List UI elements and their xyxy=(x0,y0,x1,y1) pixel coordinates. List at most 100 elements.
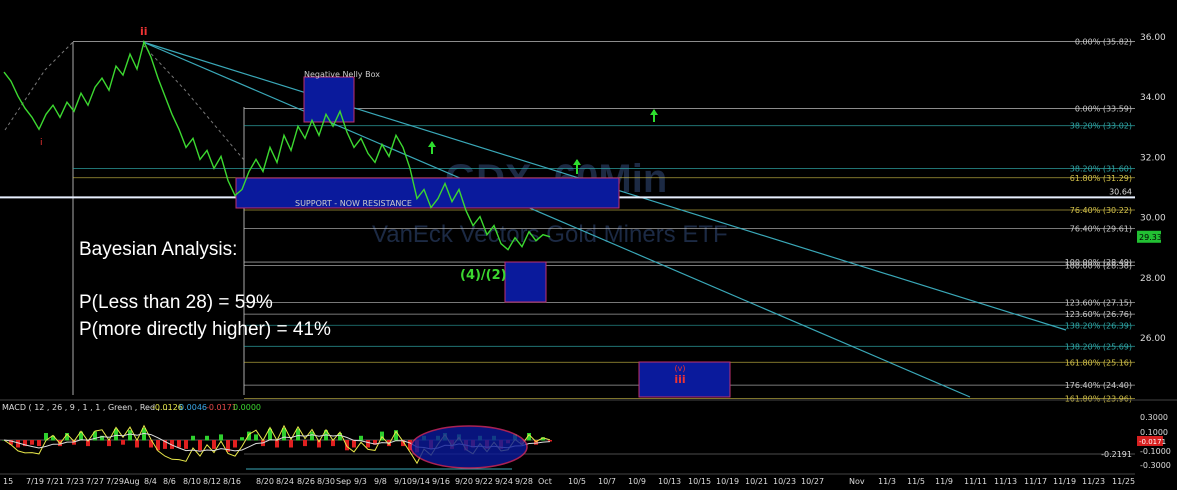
fib-label: 123.60% (27.15) xyxy=(1065,298,1132,307)
x-tick-label: 11/23 xyxy=(1082,477,1105,486)
x-tick-label: 10/21 xyxy=(745,477,768,486)
wave-v-label: (v) xyxy=(675,364,686,373)
y-tick-label: 30.00 xyxy=(1140,214,1166,224)
x-tick-label: 9/20 xyxy=(455,477,473,486)
x-tick-label: 7/21 xyxy=(46,477,64,486)
macd-bar xyxy=(233,440,237,448)
y-tick-label: 28.00 xyxy=(1140,274,1166,284)
x-tick-label: 8/20 xyxy=(256,477,274,486)
macd-bar xyxy=(296,428,300,441)
macd-bar xyxy=(219,434,223,441)
divergence-ellipse xyxy=(410,425,528,469)
x-tick-label: 11/17 xyxy=(1024,477,1047,486)
macd-bar xyxy=(184,440,188,449)
macd-bar xyxy=(128,430,132,441)
x-tick-label: 7/19 xyxy=(26,477,44,486)
fib-label: 38.20% (31.60) xyxy=(1070,164,1132,173)
x-tick-label: 9/16 xyxy=(432,477,450,486)
x-tick-label: 10/7 xyxy=(598,477,616,486)
indicator-axis-label: 0.1000 xyxy=(1140,428,1168,437)
x-tick-label: 9/24 xyxy=(495,477,513,486)
indicator-axis-label: -0.1000 xyxy=(1140,447,1171,456)
probability-less-than-28: P(Less than 28) = 59% xyxy=(79,292,273,313)
x-tick-label: Oct xyxy=(538,477,552,486)
macd-bar xyxy=(212,440,216,449)
macd-bar xyxy=(198,440,202,451)
x-tick-label: 8/4 xyxy=(144,477,157,486)
macd-bar xyxy=(37,440,41,447)
indicator-last-label: -0.0171 xyxy=(1139,438,1166,446)
indicator-axis-label: 0.3000 xyxy=(1140,413,1168,422)
fib-label: 123.60% (26.76) xyxy=(1065,310,1132,319)
fib-label: 38.20% (33.02) xyxy=(1070,122,1132,131)
x-tick-label: 9/22 xyxy=(475,477,493,486)
wave-iii-label: iii xyxy=(674,373,685,386)
watermark-name: VanEck Vectors Gold Miners ETF xyxy=(372,221,728,248)
x-tick-label: 10/27 xyxy=(801,477,824,486)
fib-label: 0.00% (33.59) xyxy=(1075,105,1132,114)
y-tick-label: 32.00 xyxy=(1140,153,1166,163)
x-tick-label: 8/30 xyxy=(317,477,335,486)
macd-bar xyxy=(289,440,293,448)
macd-bar xyxy=(191,435,195,441)
y-tick-label: 34.00 xyxy=(1140,93,1166,103)
fib-label: 76.40% (29.61) xyxy=(1070,224,1132,233)
negative-nelly-box xyxy=(303,76,355,123)
x-tick-label: 7/23 xyxy=(66,477,84,486)
x-tick-label: 7/29 xyxy=(106,477,124,486)
x-tick-label: 8/10 xyxy=(183,477,201,486)
x-tick-label: 8/26 xyxy=(297,477,315,486)
fib-label: 100.00% (28.38) xyxy=(1065,261,1132,270)
y-tick-label: 36.00 xyxy=(1140,33,1166,43)
macd-bar xyxy=(345,440,349,451)
wave-4-2-label: (4)/(2) xyxy=(460,268,507,283)
fib-label: 61.80% (31.29) xyxy=(1070,174,1132,183)
macd-bar xyxy=(205,435,209,441)
x-tick-label: 7/27 xyxy=(86,477,104,486)
macd-bar xyxy=(240,437,244,441)
indicator-level-label: -0.2191 xyxy=(1101,450,1132,459)
x-tick-label: 10/23 xyxy=(773,477,796,486)
indicator-value: 0.0046 xyxy=(179,403,207,412)
indicator-axis-label: -0.3000 xyxy=(1140,461,1171,470)
wave-i-label: i xyxy=(40,138,43,148)
x-tick-label: 11/25 xyxy=(1112,477,1135,486)
x-tick-label: 11/5 xyxy=(907,477,925,486)
x-tick-label: 10/5 xyxy=(568,477,586,486)
x-tick-label: 8/16 xyxy=(223,477,241,486)
support-resistance-label: SUPPORT - NOW RESISTANCE xyxy=(295,199,412,208)
macd-bar xyxy=(121,440,125,445)
x-tick-label: 10/15 xyxy=(688,477,711,486)
x-tick-label: 11/9 xyxy=(935,477,953,486)
macd-bar xyxy=(366,440,370,448)
x-tick-label: 9/10 xyxy=(394,477,412,486)
fib-label: 161.80% (25.16) xyxy=(1065,358,1132,367)
macd-bar xyxy=(30,440,34,445)
macd-bar xyxy=(303,440,307,447)
x-tick-label: 11/11 xyxy=(964,477,987,486)
x-tick-label: 9/3 xyxy=(354,477,367,486)
price-line-label: 30.64 xyxy=(1109,187,1132,196)
fib-label: 138.20% (25.69) xyxy=(1065,342,1132,351)
fib-label: 138.20% (26.39) xyxy=(1065,321,1132,330)
x-tick-label: 9/14 xyxy=(412,477,430,486)
fib-label: 0.00% (35.82) xyxy=(1075,37,1132,46)
indicator-value: 0.0000 xyxy=(233,403,261,412)
x-tick-label: 8/6 xyxy=(163,477,176,486)
x-tick-label: 10/9 xyxy=(628,477,646,486)
x-tick-label: 15 xyxy=(3,477,13,486)
x-tick-label: 11/19 xyxy=(1053,477,1076,486)
x-tick-label: 11/3 xyxy=(878,477,896,486)
support-resistance-box xyxy=(235,177,620,209)
x-tick-label: 9/28 xyxy=(515,477,533,486)
fib-label: 176.40% (24.40) xyxy=(1065,381,1132,390)
x-tick-label: Aug xyxy=(124,477,140,486)
macd-bar xyxy=(359,435,363,441)
x-tick-label: 8/24 xyxy=(276,477,294,486)
fib-label: 161.80% (23.96) xyxy=(1065,394,1132,403)
macd-bar xyxy=(254,434,258,441)
x-tick-label: 10/19 xyxy=(716,477,739,486)
x-tick-label: 11/13 xyxy=(994,477,1017,486)
x-tick-label: Sep xyxy=(336,477,351,486)
macd-bar xyxy=(177,440,181,448)
